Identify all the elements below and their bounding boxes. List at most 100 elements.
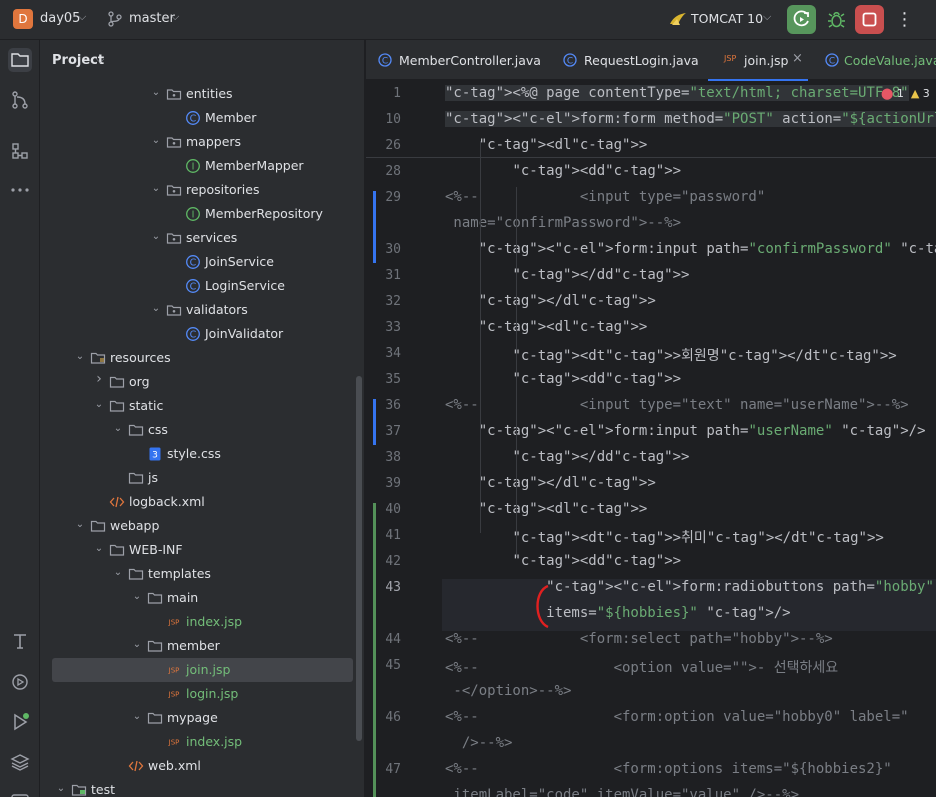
code-line[interactable]: <%-- <input type="password" bbox=[445, 189, 765, 205]
tree-item[interactable]: web.xml bbox=[40, 754, 365, 778]
tree-item[interactable]: ⌄ webapp bbox=[40, 514, 365, 538]
debug-button[interactable] bbox=[822, 5, 851, 34]
tab-code-value[interactable]: C CodeValue.java bbox=[825, 40, 936, 80]
tree-item[interactable]: ⌄ css bbox=[40, 418, 365, 442]
tree-item[interactable]: logback.xml bbox=[40, 490, 365, 514]
tree-item[interactable]: ⌄ mappers bbox=[40, 130, 365, 154]
commit-tool-icon[interactable] bbox=[8, 88, 32, 112]
chevron-down-icon[interactable]: ⌵ bbox=[96, 53, 104, 67]
code-line[interactable]: items="${hobbies}" "c-tag">/> bbox=[445, 605, 790, 621]
tree-item[interactable]: C Member bbox=[40, 106, 365, 130]
code-line[interactable]: "c-tag"><dt"c-tag">>취미"c-tag"></dt"c-tag… bbox=[445, 527, 883, 547]
tree-item[interactable]: 3 style.css bbox=[40, 442, 365, 466]
tree-scrollbar[interactable] bbox=[356, 376, 362, 741]
code-line[interactable]: "c-tag"><"c-el">form:form method="POST" … bbox=[445, 111, 936, 127]
tree-item[interactable]: JSP join.jsp bbox=[40, 658, 365, 682]
vcs-change-marker[interactable] bbox=[373, 191, 376, 263]
code-line[interactable]: "c-tag"></dl"c-tag">> bbox=[445, 293, 656, 309]
code-line[interactable]: <%-- <form:select path="hobby">--%> bbox=[445, 631, 833, 647]
tree-item[interactable]: JSP index.jsp bbox=[40, 610, 365, 634]
layers-tool-icon[interactable] bbox=[8, 750, 32, 774]
tree-item[interactable]: › org bbox=[40, 370, 365, 394]
code-line[interactable]: -</option>--%> bbox=[445, 683, 571, 699]
tree-item[interactable]: ⌄ test bbox=[40, 778, 365, 797]
tree-item[interactable]: ⌄ templates bbox=[40, 562, 365, 586]
chevron-down-icon[interactable]: ⌄ bbox=[150, 182, 162, 196]
chevron-down-icon[interactable]: ⌄ bbox=[131, 638, 143, 652]
chevron-down-icon[interactable]: ⌵ bbox=[763, 10, 771, 24]
tree-item[interactable]: JSP login.jsp bbox=[40, 682, 365, 706]
chevron-right-icon[interactable]: › bbox=[93, 372, 105, 386]
code-line[interactable]: "c-tag"></dl"c-tag">> bbox=[445, 475, 656, 491]
code-line[interactable]: "c-tag"><%@ page contentType="text/html;… bbox=[445, 85, 909, 101]
tree-item[interactable]: ⌄ validators bbox=[40, 298, 365, 322]
chevron-down-icon[interactable]: ⌄ bbox=[74, 350, 86, 364]
close-icon[interactable]: × bbox=[792, 51, 803, 66]
chevron-down-icon[interactable]: ⌄ bbox=[93, 542, 105, 556]
vcs-change-marker[interactable] bbox=[373, 503, 376, 797]
project-badge[interactable]: D bbox=[13, 9, 33, 29]
more-menu-button[interactable]: ⋮ bbox=[890, 5, 919, 34]
chevron-down-icon[interactable]: ⌄ bbox=[112, 566, 124, 580]
tree-item[interactable]: js bbox=[40, 466, 365, 490]
code-line[interactable]: itemLabel="code" itemValue="value" />--%… bbox=[445, 787, 799, 797]
code-line[interactable]: "c-tag"><dd"c-tag">> bbox=[445, 553, 681, 569]
branch-name[interactable]: master bbox=[129, 11, 175, 26]
code-line[interactable]: "c-tag"><dl"c-tag">> bbox=[445, 137, 648, 153]
code-line[interactable]: "c-tag"><dt"c-tag">>회원명"c-tag"></dt"c-ta… bbox=[445, 345, 896, 365]
code-line[interactable]: <%-- <form:option value="hobby0" label=" bbox=[445, 709, 909, 725]
chevron-down-icon[interactable]: ⌄ bbox=[131, 710, 143, 724]
tab-request-login[interactable]: C RequestLogin.java bbox=[563, 40, 703, 80]
tree-item[interactable]: ⌄ repositories bbox=[40, 178, 365, 202]
tree-item[interactable]: C JoinService bbox=[40, 250, 365, 274]
tree-item[interactable]: C JoinValidator bbox=[40, 322, 365, 346]
stop-button[interactable] bbox=[855, 5, 884, 34]
code-line[interactable]: <%-- <input type="text" name="userName">… bbox=[445, 397, 909, 413]
vcs-change-marker[interactable] bbox=[373, 399, 376, 445]
tree-item[interactable]: C LoginService bbox=[40, 274, 365, 298]
tree-item[interactable]: ⌄ entities bbox=[40, 82, 365, 106]
tree-item[interactable]: ⌄ member bbox=[40, 634, 365, 658]
tab-member-controller[interactable]: C MemberController.java bbox=[378, 40, 558, 80]
chevron-down-icon[interactable]: ⌄ bbox=[150, 134, 162, 148]
code-line[interactable]: />--%> bbox=[445, 735, 513, 751]
services-tool-icon[interactable] bbox=[8, 670, 32, 694]
chevron-down-icon[interactable]: ⌵ bbox=[171, 10, 179, 24]
tree-item[interactable]: I MemberMapper bbox=[40, 154, 365, 178]
project-tool-icon[interactable] bbox=[8, 48, 32, 72]
code-line[interactable]: "c-tag"></dd"c-tag">> bbox=[445, 267, 689, 283]
terminal-tool-icon[interactable] bbox=[8, 790, 32, 797]
tab-join-jsp[interactable]: JSP join.jsp × bbox=[708, 40, 808, 81]
code-line[interactable]: <%-- <form:options items="${hobbies2}" bbox=[445, 761, 892, 777]
project-name[interactable]: day05 bbox=[40, 11, 80, 26]
tree-item[interactable]: ⌄ static bbox=[40, 394, 365, 418]
tree-item[interactable]: ⌄ main bbox=[40, 586, 365, 610]
code-line[interactable]: "c-tag"><"c-el">form:radiobuttons path="… bbox=[445, 579, 934, 595]
chevron-down-icon[interactable]: ⌵ bbox=[78, 10, 86, 24]
code-line[interactable]: "c-tag"><"c-el">form:input path="confirm… bbox=[445, 241, 936, 257]
tree-item[interactable]: JSP index.jsp bbox=[40, 730, 365, 754]
more-tools-icon[interactable] bbox=[8, 178, 32, 202]
chevron-down-icon[interactable]: ⌄ bbox=[150, 86, 162, 100]
code-editor[interactable]: 1 10 26 28 29 30 31 32 33 34 35 36 37 38 39 40 41 42 43 44 4… bbox=[366, 81, 936, 797]
code-line[interactable]: "c-tag"></dd"c-tag">> bbox=[445, 449, 689, 465]
tree-item[interactable]: ⌄ mypage bbox=[40, 706, 365, 730]
code-line[interactable]: "c-tag"><dl"c-tag">> bbox=[445, 501, 648, 517]
chevron-down-icon[interactable]: ⌄ bbox=[112, 422, 124, 436]
tree-item[interactable]: ⌄ resources bbox=[40, 346, 365, 370]
chevron-down-icon[interactable]: ⌄ bbox=[131, 590, 143, 604]
chevron-down-icon[interactable]: ⌄ bbox=[55, 782, 67, 796]
tree-item[interactable]: ⌄ WEB-INF bbox=[40, 538, 365, 562]
branch-icon[interactable] bbox=[108, 11, 122, 27]
tree-item[interactable]: I MemberRepository bbox=[40, 202, 365, 226]
rerun-button[interactable] bbox=[787, 5, 816, 34]
structure-tool-icon[interactable] bbox=[8, 139, 32, 163]
code-line[interactable]: "c-tag"><dl"c-tag">> bbox=[445, 319, 648, 335]
chevron-down-icon[interactable]: ⌄ bbox=[150, 230, 162, 244]
inspection-widget[interactable]: ⬤ 1 ▲ 3 bbox=[881, 87, 930, 100]
code-line[interactable]: <%-- <option value="">- 선택하세요 bbox=[445, 657, 838, 677]
chevron-down-icon[interactable]: ⌄ bbox=[93, 398, 105, 412]
run-tool-icon[interactable] bbox=[8, 710, 32, 734]
tree-item[interactable]: ⌄ services bbox=[40, 226, 365, 250]
chevron-down-icon[interactable]: ⌄ bbox=[74, 518, 86, 532]
